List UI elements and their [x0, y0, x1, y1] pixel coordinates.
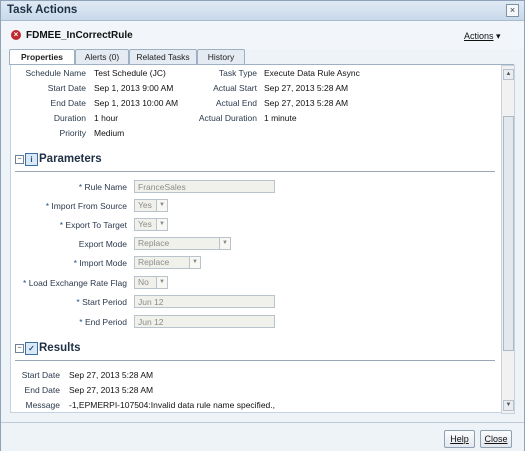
property-label: Schedule Name	[25, 68, 86, 78]
property-value: Medium	[94, 128, 125, 138]
property-label: End Date	[50, 98, 86, 108]
dialog-title: Task Actions	[7, 4, 78, 16]
title-bar: Task Actions ×	[1, 1, 524, 21]
tab-history[interactable]: History	[197, 49, 245, 64]
param-label-text: Export To Target	[65, 220, 127, 230]
param-label-text: End Period	[84, 317, 127, 327]
property-label: Start Date	[47, 83, 86, 93]
property-value: Sep 27, 2013 5:28 AM	[264, 98, 349, 108]
import-mode-select[interactable]: Replace ▼	[134, 256, 201, 269]
param-label-export-to-target: * Export To Target	[60, 220, 127, 230]
parameters-heading: Parameters	[39, 153, 102, 165]
close-button[interactable]: Close	[480, 430, 512, 448]
collapse-icon[interactable]: −	[15, 155, 24, 164]
error-icon: ×	[11, 30, 21, 40]
required-marker: *	[45, 201, 50, 211]
property-label: Task Type	[218, 68, 257, 78]
scroll-down-icon[interactable]: ▼	[503, 400, 514, 411]
required-marker: *	[23, 278, 27, 288]
required-marker: *	[59, 220, 64, 230]
select-value: Replace	[138, 238, 170, 248]
task-header: × FDMEE_InCorrectRule Actions ▾	[1, 21, 524, 49]
chevron-down-icon: ▼	[156, 200, 167, 211]
chevron-down-icon: ▼	[189, 257, 200, 268]
end-period-field[interactable]: Jun 12	[134, 315, 275, 328]
select-value: Yes	[138, 219, 152, 229]
collapse-icon[interactable]: −	[15, 344, 24, 353]
param-label-import-mode: * Import Mode	[74, 258, 127, 268]
required-marker: *	[76, 297, 80, 307]
export-to-target-select[interactable]: Yes ▼	[134, 218, 168, 231]
section-divider	[15, 360, 495, 361]
chevron-down-icon: ▾	[496, 31, 501, 41]
select-value: Yes	[138, 200, 152, 210]
vertical-scrollbar[interactable]: ▲ ▼	[501, 65, 515, 414]
result-label: Message	[25, 400, 61, 410]
param-label-end-period: * End Period	[79, 317, 127, 327]
required-marker: *	[73, 258, 77, 268]
load-exchange-rate-flag-select[interactable]: No ▼	[134, 276, 168, 289]
export-mode-select[interactable]: Replace ▼	[134, 237, 231, 250]
property-value: Sep 27, 2013 5:28 AM	[264, 83, 349, 93]
chevron-down-icon: ▼	[156, 277, 167, 288]
results-heading: Results	[39, 342, 81, 354]
param-label-text: Load Exchange Rate Flag	[28, 278, 127, 288]
param-label-load-exchange-rate-flag: * Load Exchange Rate Flag	[23, 278, 127, 288]
param-label-rule-name: * Rule Name	[79, 182, 127, 192]
param-label-start-period: * Start Period	[76, 297, 127, 307]
result-label: Start Date	[21, 370, 60, 380]
task-actions-dialog: Task Actions × × FDMEE_InCorrectRule Act…	[0, 0, 525, 451]
task-name: FDMEE_InCorrectRule	[26, 30, 133, 41]
actions-menu[interactable]: Actions ▾	[464, 31, 501, 42]
property-value: Execute Data Rule Async	[264, 68, 360, 78]
required-marker: *	[79, 317, 83, 327]
import-from-source-select[interactable]: Yes ▼	[134, 199, 168, 212]
scroll-up-icon[interactable]: ▲	[503, 69, 514, 80]
property-value: Test Schedule (JC)	[94, 68, 166, 78]
property-label: Actual End	[215, 98, 257, 108]
result-value: Sep 27, 2013 5:28 AM	[69, 385, 154, 395]
chevron-down-icon: ▼	[156, 219, 167, 230]
required-marker: *	[78, 182, 83, 192]
property-label: Actual Start	[213, 83, 257, 93]
dialog-footer: Help Close	[1, 422, 524, 451]
param-label-import-from-source: * Import From Source	[46, 201, 127, 211]
help-label: Help	[450, 434, 469, 444]
start-period-field[interactable]: Jun 12	[134, 295, 275, 308]
scroll-thumb[interactable]	[503, 116, 514, 351]
property-value: 1 minute	[264, 113, 297, 123]
param-label-text: Start Period	[82, 297, 127, 307]
param-label-text: Export Mode	[78, 239, 127, 249]
result-message: -1,EPMERPI-107504:Invalid data rule name…	[69, 400, 276, 410]
param-label-text: Import Mode	[79, 258, 127, 268]
property-value: Sep 1, 2013 10:00 AM	[94, 98, 179, 108]
property-label: Actual Duration	[198, 113, 257, 123]
section-divider	[15, 171, 495, 172]
tab-related-tasks[interactable]: Related Tasks	[129, 49, 197, 64]
help-button[interactable]: Help	[444, 430, 475, 448]
properties-panel: Schedule Name Test Schedule (JC) Start D…	[10, 65, 501, 413]
result-label: End Date	[24, 385, 60, 395]
property-label: Duration	[53, 113, 86, 123]
select-value: Replace	[138, 257, 170, 267]
select-value: No	[138, 277, 149, 287]
property-value: Sep 1, 2013 9:00 AM	[94, 83, 174, 93]
chevron-down-icon: ▼	[219, 238, 230, 249]
results-icon: ✓	[25, 342, 38, 355]
result-value: Sep 27, 2013 5:28 AM	[69, 370, 154, 380]
property-value: 1 hour	[94, 113, 119, 123]
tab-alerts[interactable]: Alerts (0)	[75, 49, 129, 64]
close-icon[interactable]: ×	[506, 4, 519, 17]
param-label-export-mode: Export Mode	[79, 239, 127, 249]
actions-label: Actions	[464, 31, 494, 41]
close-label: Close	[484, 434, 508, 444]
tab-properties[interactable]: Properties	[9, 49, 75, 65]
param-label-text: Rule Name	[84, 182, 127, 192]
rule-name-field[interactable]: FranceSales	[134, 180, 275, 193]
info-icon: i	[25, 153, 38, 166]
param-label-text: Import From Source	[51, 201, 127, 211]
property-label: Priority	[59, 128, 86, 138]
